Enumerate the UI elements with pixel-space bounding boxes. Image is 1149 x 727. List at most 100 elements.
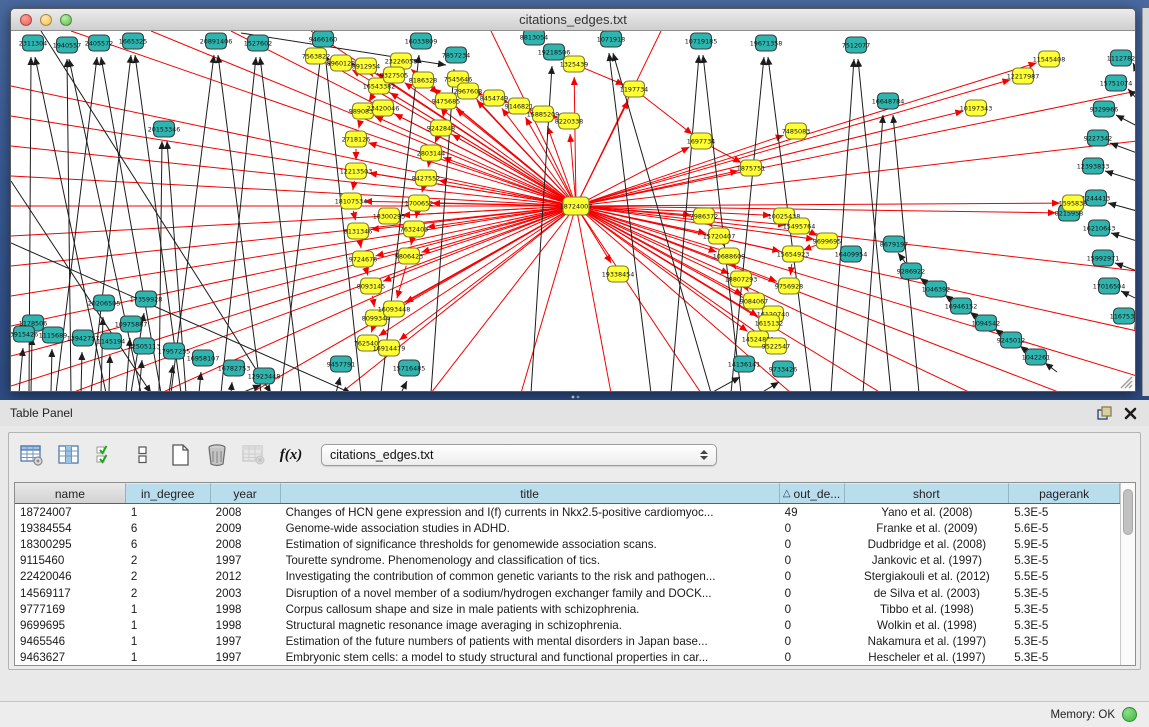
graph-node[interactable]: 1875751	[737, 160, 765, 176]
graph-node[interactable]: 8131346	[344, 223, 372, 239]
graph-node[interactable]: 1115689	[39, 327, 67, 343]
graph-node[interactable]: 9733426	[769, 361, 797, 377]
table-row[interactable]: 1456911722003Disruption of a novel membe…	[15, 585, 1120, 601]
window-resize-grip[interactable]	[1117, 373, 1133, 389]
network-window-titlebar[interactable]: citations_edges.txt	[11, 9, 1135, 31]
column-header-title[interactable]: title	[281, 483, 780, 503]
graph-node[interactable]: 1046392	[922, 281, 950, 297]
column-header-in-degree[interactable]: in_degree	[126, 483, 211, 503]
new-column-icon[interactable]	[167, 442, 193, 468]
graph-node[interactable]: 1325439	[560, 56, 588, 72]
graph-node[interactable]: 1167533	[1110, 308, 1135, 324]
graph-node[interactable]: 7632403	[400, 221, 428, 237]
graph-node[interactable]: 8813054	[520, 31, 548, 45]
delete-table-icon[interactable]	[241, 442, 267, 468]
graph-node[interactable]: 9699695	[813, 233, 841, 249]
graph-node[interactable]: 8220338	[555, 113, 583, 129]
graph-node[interactable]: 1595838	[1059, 195, 1087, 211]
graph-node[interactable]: 8912954	[352, 58, 380, 74]
float-panel-icon[interactable]	[1095, 405, 1113, 421]
graph-node[interactable]: 9724676	[349, 251, 377, 267]
graph-node[interactable]: 2311304	[19, 35, 47, 51]
network-window[interactable]: citations_edges.txt 23113041940557240557…	[10, 8, 1136, 392]
graph-node[interactable]: 19338454	[602, 266, 635, 282]
graph-node[interactable]: 12213503	[340, 163, 373, 179]
graph-node[interactable]: 16648784	[872, 93, 905, 109]
graph-node[interactable]: 14136141	[728, 356, 761, 372]
table-row[interactable]: 2242004622012Investigating the contribut…	[15, 569, 1120, 585]
graph-node[interactable]: 9466160	[309, 31, 337, 47]
graph-node[interactable]: 9286922	[897, 263, 925, 279]
graph-node[interactable]: 19671358	[750, 35, 783, 51]
table-row[interactable]: 1830029562008Estimation of significance …	[15, 536, 1120, 552]
row-height-icon[interactable]	[130, 442, 156, 468]
graph-node[interactable]: 2718126	[342, 131, 370, 147]
graph-node[interactable]: 15654923	[777, 246, 810, 262]
function-builder-icon[interactable]: f(x)	[278, 442, 304, 468]
graph-node[interactable]: 9457791	[327, 356, 355, 372]
vertical-scrollbar[interactable]	[1120, 483, 1135, 665]
graph-node[interactable]: 12923448	[248, 368, 281, 384]
graph-node[interactable]: 8093145	[357, 278, 385, 294]
table-row[interactable]: 977716911998Corpus callosum shape and si…	[15, 601, 1120, 617]
graph-node[interactable]: 1527602	[244, 35, 272, 51]
graph-node[interactable]: 7986372	[690, 208, 718, 224]
graph-node[interactable]: 10197343	[960, 100, 993, 116]
graph-node[interactable]: 7485083	[782, 123, 810, 139]
graph-node[interactable]: 15716485	[393, 360, 426, 376]
graph-node[interactable]: 2405572	[85, 35, 113, 51]
table-mode-icon[interactable]	[19, 442, 45, 468]
graph-node[interactable]: 9245012	[997, 332, 1025, 348]
select-rows-icon[interactable]	[93, 442, 119, 468]
table-row[interactable]: 1872400712008Changes of HCN gene express…	[15, 504, 1120, 520]
graph-node[interactable]: 1112782	[1107, 50, 1135, 66]
graph-node[interactable]: 15992971	[1087, 250, 1120, 266]
graph-node[interactable]: 15751074	[1100, 75, 1133, 91]
graph-node[interactable]: 7512077	[842, 37, 870, 53]
graph-node[interactable]: 9329966	[1090, 101, 1118, 117]
scrollbar-thumb[interactable]	[1123, 489, 1133, 535]
graph-node[interactable]: 9522547	[762, 338, 790, 354]
graph-node[interactable]: 16409954	[835, 246, 868, 262]
graph-node[interactable]: 18807293	[725, 271, 758, 287]
show-columns-icon[interactable]	[56, 442, 82, 468]
graph-node[interactable]: 1697734	[687, 133, 715, 149]
graph-node[interactable]: 2803144	[417, 145, 445, 161]
graph-node[interactable]: 18724007	[560, 197, 593, 215]
graph-node[interactable]: 9806423	[395, 248, 423, 264]
graph-node[interactable]: 1197734	[620, 81, 648, 97]
column-header-year[interactable]: year	[211, 483, 281, 503]
graph-node[interactable]: 1615132	[755, 315, 783, 331]
graph-node[interactable]: 1071918	[597, 31, 625, 47]
graph-node[interactable]: 9227342	[1084, 130, 1112, 146]
graph-node[interactable]: 9327505	[380, 67, 408, 83]
graph-node[interactable]: 8427552	[412, 170, 440, 186]
table-row[interactable]: 946554611997Estimation of the future num…	[15, 634, 1120, 650]
table-row[interactable]: 946362711997Embryonic stem cells: a mode…	[15, 650, 1120, 665]
graph-node[interactable]: 2967608	[454, 83, 482, 99]
graph-node[interactable]: 1665325	[119, 33, 147, 49]
table-row[interactable]: 1938455462009Genome-wide association stu…	[15, 520, 1120, 536]
graph-node[interactable]: 1700652	[405, 195, 433, 211]
graph-node[interactable]: 8186328	[409, 72, 437, 88]
graph-node[interactable]: 20153346	[148, 121, 181, 137]
column-header-short[interactable]: short	[845, 483, 1010, 503]
graph-node[interactable]: 3915426	[11, 326, 38, 342]
graph-node[interactable]: 17359928	[130, 291, 163, 307]
graph-node[interactable]: 17016504	[1093, 278, 1126, 294]
graph-node[interactable]: 7857234	[442, 47, 470, 63]
graph-node[interactable]: 1145194	[97, 333, 125, 349]
graph-node[interactable]: 15720407	[703, 228, 736, 244]
graph-node[interactable]: 1042261	[1022, 349, 1050, 365]
table-selector-dropdown[interactable]: citations_edges.txt	[321, 444, 717, 466]
graph-node[interactable]: 9242848	[427, 120, 455, 136]
graph-node[interactable]: 16210643	[1083, 220, 1116, 236]
network-canvas[interactable]: 2311304194055724055721665325208914061527…	[11, 31, 1135, 391]
graph-node[interactable]: 16946152	[945, 298, 978, 314]
graph-node[interactable]: 10688609	[713, 248, 746, 264]
graph-node[interactable]: 10975887	[115, 316, 148, 332]
graph-node[interactable]: 13942757	[67, 330, 100, 346]
graph-node[interactable]: 11545408	[1033, 51, 1066, 67]
graph-node[interactable]: 16033809	[405, 33, 438, 49]
column-header-out-de-[interactable]: △out_de...	[780, 483, 845, 503]
